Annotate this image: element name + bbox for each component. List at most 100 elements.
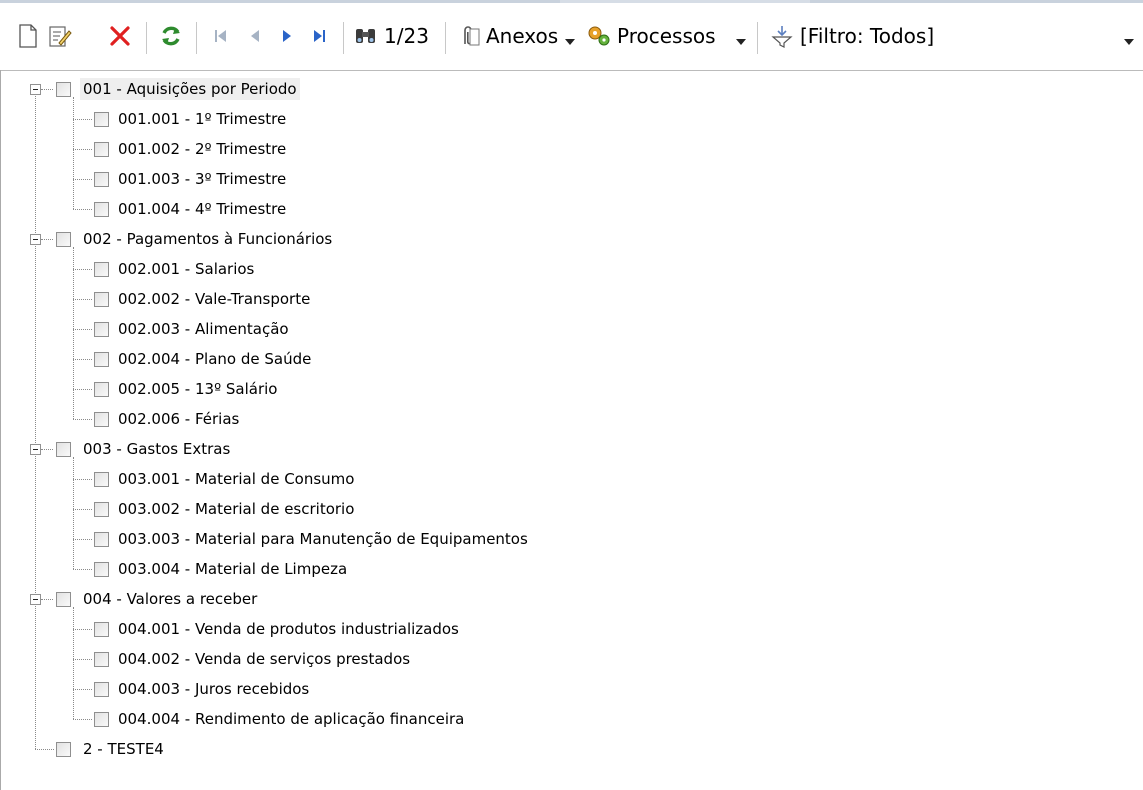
tree-connector <box>73 329 92 330</box>
tree-connector <box>73 629 92 630</box>
gears-icon[interactable] <box>585 22 613 50</box>
previous-record-icon <box>241 22 269 50</box>
tree-checkbox[interactable] <box>94 562 109 577</box>
tree-node-label[interactable]: 002.005 - 13º Salário <box>115 378 281 400</box>
tree-checkbox[interactable] <box>94 712 109 727</box>
tree-checkbox[interactable] <box>94 682 109 697</box>
tree-connector <box>73 179 92 180</box>
chevron-down-icon[interactable] <box>565 39 575 45</box>
tree-node-label[interactable]: 001 - Aquisições por Periodo <box>80 78 300 100</box>
tree-node-label[interactable]: 002.006 - Férias <box>115 408 242 430</box>
delete-icon[interactable] <box>106 22 134 50</box>
tree-connector <box>73 269 92 270</box>
tree-connector <box>41 239 53 240</box>
tree-connector <box>41 449 53 450</box>
tree-checkbox[interactable] <box>94 532 109 547</box>
tree-checkbox[interactable] <box>56 232 71 247</box>
tree-checkbox[interactable] <box>94 322 109 337</box>
tree-node-label[interactable]: 002 - Pagamentos à Funcionários <box>80 228 335 250</box>
tree-checkbox[interactable] <box>94 262 109 277</box>
tree-connector <box>73 479 92 480</box>
next-record-icon[interactable] <box>273 22 301 50</box>
chevron-down-icon[interactable] <box>736 39 746 45</box>
tree-connector <box>41 599 53 600</box>
tree-connector <box>73 149 92 150</box>
tree-checkbox[interactable] <box>94 622 109 637</box>
tree-connector <box>73 569 92 570</box>
paperclip-icon[interactable] <box>456 22 484 50</box>
tree-node-label[interactable]: 2 - TESTE4 <box>80 738 167 760</box>
tree-node-label[interactable]: 002.004 - Plano de Saúde <box>115 348 314 370</box>
tree-checkbox[interactable] <box>56 742 71 757</box>
tree-checkbox[interactable] <box>94 142 109 157</box>
tree-node-label[interactable]: 003.003 - Material para Manutenção de Eq… <box>115 528 531 550</box>
tree-node-label[interactable]: 001.001 - 1º Trimestre <box>115 108 289 130</box>
collapse-toggle-icon[interactable] <box>30 234 41 245</box>
tree-connector <box>73 689 92 690</box>
tree-connector <box>35 749 54 750</box>
tree-branch-line <box>73 607 74 719</box>
tree-checkbox[interactable] <box>94 502 109 517</box>
tree-connector <box>73 719 92 720</box>
tree-root-line <box>35 89 36 749</box>
tree-connector <box>73 359 92 360</box>
tree-connector <box>73 419 92 420</box>
tree-node-label[interactable]: 004.001 - Venda de produtos industrializ… <box>115 618 462 640</box>
new-document-icon[interactable] <box>14 22 42 50</box>
tree-node-label[interactable]: 003 - Gastos Extras <box>80 438 233 460</box>
tree-checkbox[interactable] <box>94 412 109 427</box>
collapse-toggle-icon[interactable] <box>30 84 41 95</box>
tree-checkbox[interactable] <box>56 82 71 97</box>
attachments-button[interactable]: Anexos <box>486 22 558 50</box>
tree-connector <box>41 89 53 90</box>
tree-connector <box>73 389 92 390</box>
tree-checkbox[interactable] <box>94 652 109 667</box>
tree-node-label[interactable]: 004.002 - Venda de serviços prestados <box>115 648 413 670</box>
tree-node-label[interactable]: 001.002 - 2º Trimestre <box>115 138 289 160</box>
tree-checkbox[interactable] <box>56 442 71 457</box>
tree-branch-line <box>73 97 74 209</box>
filter-icon[interactable] <box>768 22 796 50</box>
tree-node-label[interactable]: 003.001 - Material de Consumo <box>115 468 357 490</box>
tree-panel: 001 - Aquisições por Periodo 001.001 - 1º… <box>0 70 1143 790</box>
tree-checkbox[interactable] <box>94 112 109 127</box>
edit-icon[interactable] <box>46 22 74 50</box>
tree-node-label[interactable]: 003.002 - Material de escritorio <box>115 498 357 520</box>
tree-checkbox[interactable] <box>94 352 109 367</box>
window-top-border <box>0 0 1143 3</box>
last-record-icon[interactable] <box>305 22 333 50</box>
tree-node-label[interactable]: 004.003 - Juros recebidos <box>115 678 312 700</box>
chevron-down-icon[interactable] <box>1124 39 1134 45</box>
refresh-icon[interactable] <box>157 22 185 50</box>
tree-checkbox[interactable] <box>94 292 109 307</box>
tree-connector <box>73 539 92 540</box>
tree-node-label[interactable]: 001.003 - 3º Trimestre <box>115 168 289 190</box>
tree-node-label[interactable]: 004 - Valores a receber <box>80 588 260 610</box>
tree-connector <box>73 209 92 210</box>
processes-button[interactable]: Processos <box>617 22 716 50</box>
tree-node-label[interactable]: 001.004 - 4º Trimestre <box>115 198 289 220</box>
tree-checkbox[interactable] <box>56 592 71 607</box>
tree-connector <box>73 509 92 510</box>
tree-checkbox[interactable] <box>94 382 109 397</box>
collapse-toggle-icon[interactable] <box>30 444 41 455</box>
tree-connector <box>73 119 92 120</box>
tree-checkbox[interactable] <box>94 472 109 487</box>
tree-branch-line <box>73 247 74 419</box>
filter-button[interactable]: [Filtro: Todos] <box>800 22 934 50</box>
tree-connector <box>73 299 92 300</box>
collapse-toggle-icon[interactable] <box>30 594 41 605</box>
tree-branch-line <box>73 457 74 569</box>
tree-checkbox[interactable] <box>94 172 109 187</box>
record-counter: 1/23 <box>384 24 429 48</box>
first-record-icon <box>207 22 235 50</box>
tree-node-label[interactable]: 003.004 - Material de Limpeza <box>115 558 350 580</box>
tree-checkbox[interactable] <box>94 202 109 217</box>
tree-connector <box>73 659 92 660</box>
tree-node-label[interactable]: 002.002 - Vale-Transporte <box>115 288 313 310</box>
tree-node-label[interactable]: 002.001 - Salarios <box>115 258 257 280</box>
find-icon[interactable] <box>352 22 380 50</box>
toolbar: 1/23 Anexos Processos [Filtro: Todos] <box>0 8 1143 64</box>
tree-node-label[interactable]: 002.003 - Alimentação <box>115 318 292 340</box>
tree-node-label[interactable]: 004.004 - Rendimento de aplicação financ… <box>115 708 467 730</box>
